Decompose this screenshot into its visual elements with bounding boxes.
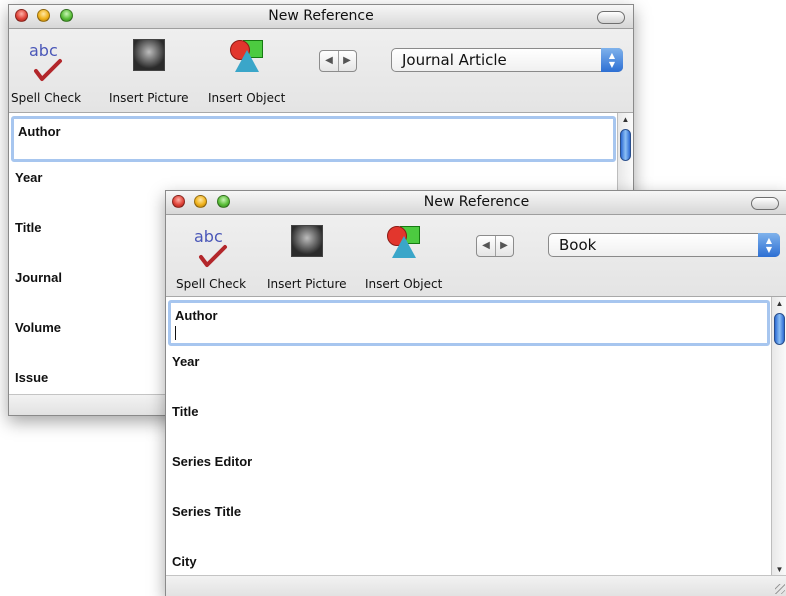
scroll-thumb[interactable]: [620, 129, 631, 161]
portrait-picture-icon: [129, 37, 169, 85]
next-reference-button[interactable]: ▶: [495, 236, 513, 256]
popup-arrows-icon: ▲ ▼: [758, 233, 780, 257]
author-field-label: Author: [175, 308, 218, 323]
resize-grip-icon[interactable]: [775, 584, 785, 594]
reference-navigation: ◀ ▶: [319, 50, 357, 72]
shapes-object-icon: [384, 223, 424, 271]
reference-navigation: ◀ ▶: [476, 235, 514, 257]
toolbar: abc Spell Check Insert Picture Insert Ob…: [166, 215, 786, 297]
previous-reference-button[interactable]: ◀: [477, 236, 496, 256]
reference-type-value: Book: [559, 236, 597, 254]
insert-object-label: Insert Object: [365, 277, 443, 291]
next-reference-button[interactable]: ▶: [338, 51, 356, 71]
text-caret: [175, 326, 176, 340]
insert-picture-button[interactable]: Insert Picture: [267, 223, 347, 291]
window-title: New Reference: [423, 194, 530, 210]
spell-check-label: Spell Check: [11, 91, 82, 105]
spell-check-icon: abc: [191, 223, 231, 271]
status-bar: [166, 575, 786, 596]
spell-check-icon: abc: [26, 37, 66, 85]
insert-picture-button[interactable]: Insert Picture: [109, 37, 189, 105]
year-field-label: Year: [15, 170, 43, 185]
reference-type-select[interactable]: Journal Article ▲ ▼: [391, 48, 623, 72]
vertical-scrollbar[interactable]: ▲ ▼: [771, 297, 786, 577]
title-bar[interactable]: New Reference: [166, 191, 786, 215]
toolbar-toggle-button[interactable]: [751, 197, 779, 210]
scroll-up-icon[interactable]: ▲: [618, 113, 633, 127]
series-editor-field-label: Series Editor: [172, 454, 253, 469]
city-field-label: City: [172, 554, 197, 569]
title-bar[interactable]: New Reference: [9, 5, 633, 29]
author-field-label: Author: [18, 124, 61, 139]
spell-check-label: Spell Check: [176, 277, 247, 291]
insert-object-button[interactable]: Insert Object: [365, 223, 442, 291]
toolbar: abc Spell Check Insert Picture Insert Ob…: [9, 29, 633, 113]
reference-fields-area: Author Year Title Series Editor Series T…: [166, 297, 786, 577]
scroll-thumb[interactable]: [774, 313, 785, 345]
series-title-field-label: Series Title: [172, 504, 242, 519]
spell-check-button[interactable]: abc Spell Check: [11, 37, 81, 105]
spell-check-button[interactable]: abc Spell Check: [176, 223, 246, 291]
scroll-up-icon[interactable]: ▲: [772, 297, 786, 311]
insert-picture-label: Insert Picture: [267, 277, 347, 291]
insert-object-button[interactable]: Insert Object: [208, 37, 285, 105]
author-field[interactable]: Author: [11, 116, 616, 162]
popup-arrows-icon: ▲ ▼: [601, 48, 623, 72]
city-field[interactable]: City: [166, 548, 771, 577]
year-field-label: Year: [172, 354, 200, 369]
portrait-picture-icon: [287, 223, 327, 271]
title-field-label: Title: [172, 404, 199, 419]
front-reference-window[interactable]: New Reference abc Spell Check Insert Pic…: [165, 190, 786, 596]
previous-reference-button[interactable]: ◀: [320, 51, 339, 71]
reference-type-value: Journal Article: [402, 51, 507, 69]
author-field[interactable]: Author: [168, 300, 770, 346]
series-editor-field[interactable]: Series Editor: [166, 448, 771, 498]
reference-type-select[interactable]: Book ▲ ▼: [548, 233, 780, 257]
toolbar-toggle-button[interactable]: [597, 11, 625, 24]
insert-object-label: Insert Object: [208, 91, 286, 105]
window-title: New Reference: [268, 8, 374, 24]
insert-picture-label: Insert Picture: [109, 91, 189, 105]
title-field[interactable]: Title: [166, 398, 771, 448]
fields-list: Author Year Title Series Editor Series T…: [166, 297, 771, 577]
series-title-field[interactable]: Series Title: [166, 498, 771, 548]
shapes-object-icon: [227, 37, 267, 85]
year-field[interactable]: Year: [166, 348, 771, 398]
